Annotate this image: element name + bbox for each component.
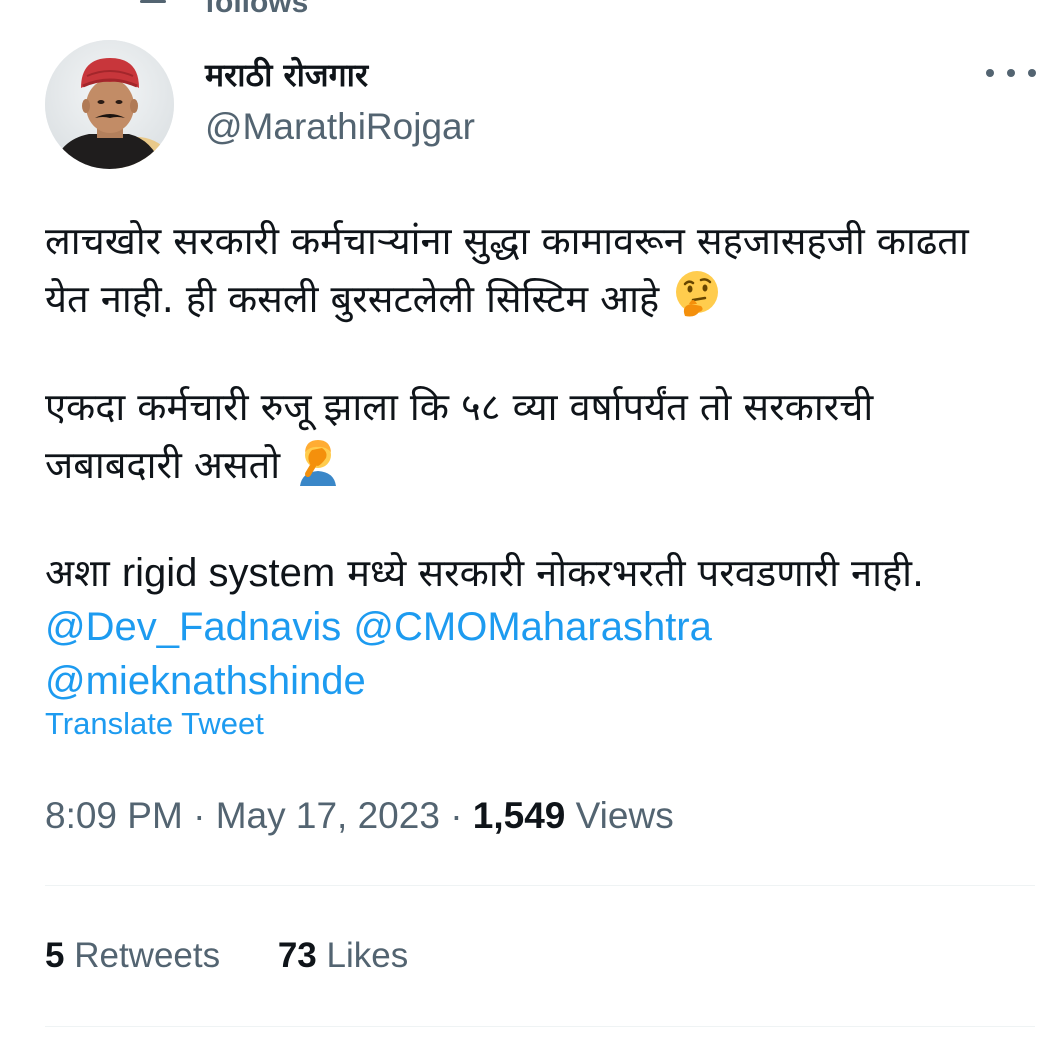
tweet-paragraph-3: अशा rigid system मध्ये सरकारी नोकरभरती प… [45,546,1020,708]
likes-count: 73 [277,936,317,975]
mention-mieknathshinde[interactable]: @mieknathshinde [45,659,366,703]
likes-stat[interactable]: 73 Likes [278,936,408,975]
more-dot [1028,69,1036,77]
avatar-portrait-icon [45,40,174,169]
avatar[interactable] [45,40,174,169]
retweets-count: 5 [45,936,65,975]
more-dot [1007,69,1015,77]
divider [45,885,1035,886]
tweet-time[interactable]: 8:09 PM [45,795,183,836]
mention-dev-fadnavis[interactable]: @Dev_Fadnavis [45,605,341,649]
meta-separator: · [450,795,463,836]
views-count: 1,549 [472,795,566,836]
follows-label: follows [205,0,309,19]
tweet-line-3-rest: मध्ये सरकारी नोकरभरती परवडणारी नाही. [347,551,925,595]
retweets-label: Retweets [74,936,221,975]
tweet-line-2: एकदा कर्मचारी रुजू झाला कि ५८ व्या वर्षा… [45,385,874,487]
man-facepalming-icon [300,440,337,486]
likes-label: Likes [326,936,409,975]
tweet-paragraph-2: एकदा कर्मचारी रुजू झाला कि ५८ व्या वर्षा… [45,380,1020,492]
tweet-line-3-english: rigid system [121,551,336,595]
more-dot [986,69,994,77]
tweet-stats: 5 Retweets 73 Likes [45,932,408,980]
top-follows-bar: follows [0,0,1044,26]
tweet-paragraph-1: लाचखोर सरकारी कर्मचाऱ्यांना सुद्धा कामाव… [45,214,1020,326]
tweet-meta: 8:09 PM · May 17, 2023 · 1,549 Views [45,792,674,840]
display-name[interactable]: मराठी रोजगार [205,55,368,95]
retweets-stat[interactable]: 5 Retweets [45,936,230,975]
tweet-line-3-prefix: अशा [45,551,110,595]
user-handle[interactable]: @MarathiRojgar [205,105,475,149]
dash-icon [140,0,166,3]
tweet-line-1: लाचखोर सरकारी कर्मचाऱ्यांना सुद्धा कामाव… [45,219,969,321]
divider [45,1026,1035,1027]
meta-separator: · [193,795,206,836]
thinking-face-icon [676,271,719,317]
mention-cmo-maharashtra[interactable]: @CMOMaharashtra [353,605,711,649]
views-label: Views [575,795,674,836]
more-options-icon[interactable] [986,58,1036,88]
tweet-date[interactable]: May 17, 2023 [216,795,440,836]
tweet-text: लाचखोर सरकारी कर्मचाऱ्यांना सुद्धा कामाव… [45,214,1020,708]
translate-tweet-link[interactable]: Translate Tweet [45,704,264,744]
